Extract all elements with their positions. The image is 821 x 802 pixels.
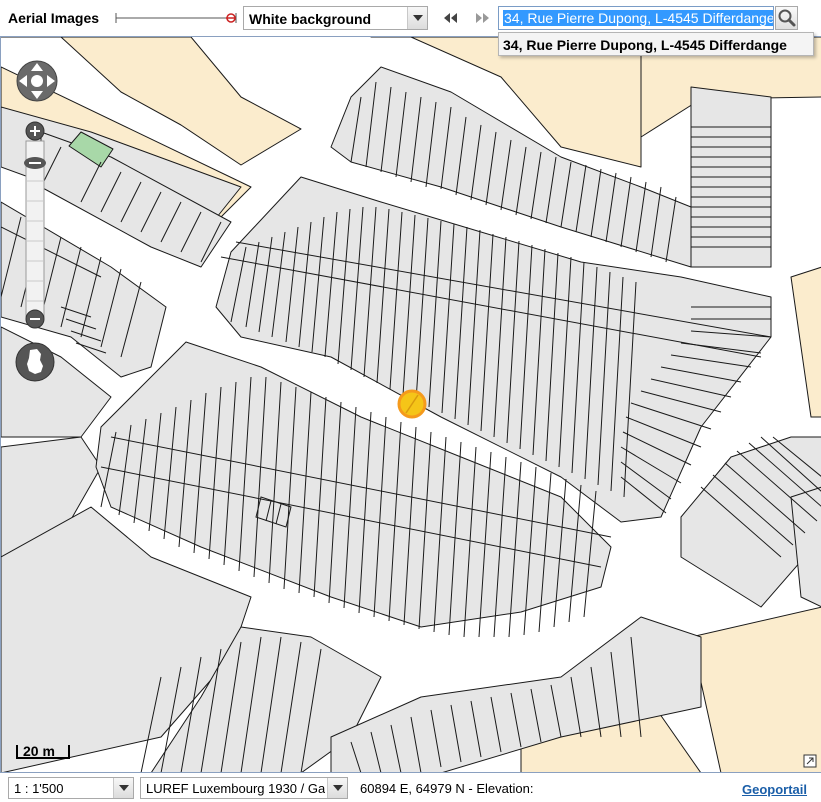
chevron-down-icon[interactable] — [327, 778, 347, 798]
zoom-out-icon[interactable] — [25, 309, 45, 329]
search-button[interactable] — [775, 6, 798, 30]
pan-arrows-icon[interactable] — [15, 59, 59, 103]
back-history-icon[interactable] — [441, 10, 461, 26]
geoportail-link[interactable]: Geoportail — [742, 782, 807, 797]
zoom-bar[interactable] — [21, 121, 49, 335]
forward-history-icon[interactable] — [472, 10, 492, 26]
parcel-beige — [790, 266, 821, 418]
luxembourg-icon[interactable] — [15, 342, 55, 382]
search-input-value: 34, Rue Pierre Dupong, L-4545 Differdang… — [503, 10, 774, 26]
projection-select[interactable]: LUREF Luxembourg 1930 / Gauss — [140, 777, 348, 799]
aerial-opacity-slider[interactable] — [114, 8, 238, 28]
status-bar: 1 : 1'500 LUREF Luxembourg 1930 / Gauss … — [0, 772, 821, 802]
address-search-input[interactable]: 34, Rue Pierre Dupong, L-4545 Differdang… — [498, 6, 774, 30]
scale-select[interactable]: 1 : 1'500 — [8, 777, 134, 799]
overview-toggle-icon[interactable] — [803, 754, 817, 768]
map-view[interactable]: 20 m — [0, 36, 821, 772]
scale-bar: 20 m — [15, 741, 73, 761]
pan-control[interactable] — [15, 59, 59, 103]
zoom-in-icon[interactable] — [25, 121, 45, 141]
aerial-images-label: Aerial Images — [8, 10, 100, 26]
projection-select-value: LUREF Luxembourg 1930 / Gauss — [146, 781, 325, 796]
slider-handle[interactable] — [226, 13, 236, 23]
chevron-down-icon[interactable] — [113, 778, 133, 798]
scale-bar-label: 20 m — [23, 743, 55, 759]
cadastral-map — [1, 37, 821, 772]
parcel-beige — [690, 606, 821, 772]
search-suggestion-item[interactable]: 34, Rue Pierre Dupong, L-4545 Differdang… — [498, 32, 814, 56]
coordinates-readout: 60894 E, 64979 N - Elevation: — [360, 781, 534, 796]
magnifier-icon — [778, 9, 796, 27]
background-layer-select[interactable]: White background — [243, 6, 428, 30]
chevron-down-icon[interactable] — [407, 7, 427, 29]
scale-select-value: 1 : 1'500 — [14, 781, 64, 796]
toolbar: Aerial Images White background 34, Rue P… — [0, 0, 821, 56]
search-suggestion-text: 34, Rue Pierre Dupong, L-4545 Differdang… — [503, 37, 787, 53]
block — [790, 486, 821, 608]
zoom-slider-handle[interactable] — [24, 157, 46, 169]
background-layer-value: White background — [249, 11, 372, 27]
location-marker — [397, 389, 427, 419]
